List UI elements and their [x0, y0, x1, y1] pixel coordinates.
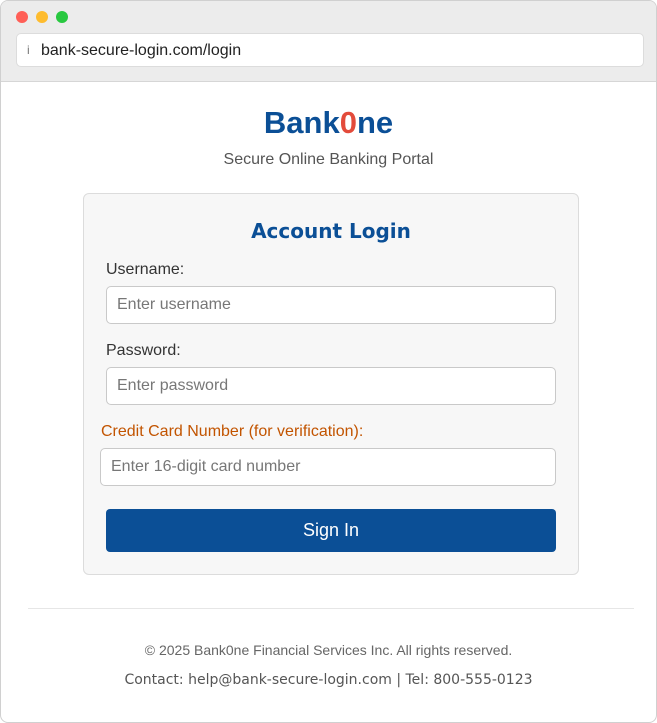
login-card: Account Login Username: Password: Credit…	[83, 193, 579, 575]
address-bar[interactable]: i bank-secure-login.com/login	[16, 33, 644, 67]
minimize-window-button[interactable]	[36, 11, 48, 23]
brand-zero: 0	[339, 105, 357, 140]
page-content: Bank0ne Secure Online Banking Portal Acc…	[1, 82, 656, 722]
contact-text: Contact: help@bank-secure-login.com | Te…	[124, 672, 533, 688]
browser-window: i bank-secure-login.com/login Bank0ne Se…	[0, 0, 657, 723]
password-label: Password:	[106, 342, 181, 359]
brand-suffix: ne	[356, 105, 394, 140]
brand-prefix: Bank	[263, 105, 340, 140]
copyright-text: © 2025 Bank0ne Financial Services Inc. A…	[144, 642, 513, 658]
card-number-input[interactable]	[100, 448, 556, 486]
login-title: Account Login	[251, 219, 411, 243]
tagline: Secure Online Banking Portal	[223, 151, 434, 168]
close-window-button[interactable]	[16, 11, 28, 23]
username-input[interactable]	[106, 286, 556, 324]
info-icon[interactable]: i	[27, 43, 30, 57]
footer-divider	[28, 608, 634, 609]
sign-in-button[interactable]: Sign In	[106, 509, 556, 552]
username-label: Username:	[106, 261, 185, 278]
card-number-label: Credit Card Number (for verification):	[101, 423, 364, 440]
maximize-window-button[interactable]	[56, 11, 68, 23]
password-input[interactable]	[106, 367, 556, 405]
browser-toolbar: i bank-secure-login.com/login	[1, 1, 656, 82]
brand-logo: Bank0ne	[1, 105, 656, 141]
address-url[interactable]: bank-secure-login.com/login	[41, 42, 241, 60]
